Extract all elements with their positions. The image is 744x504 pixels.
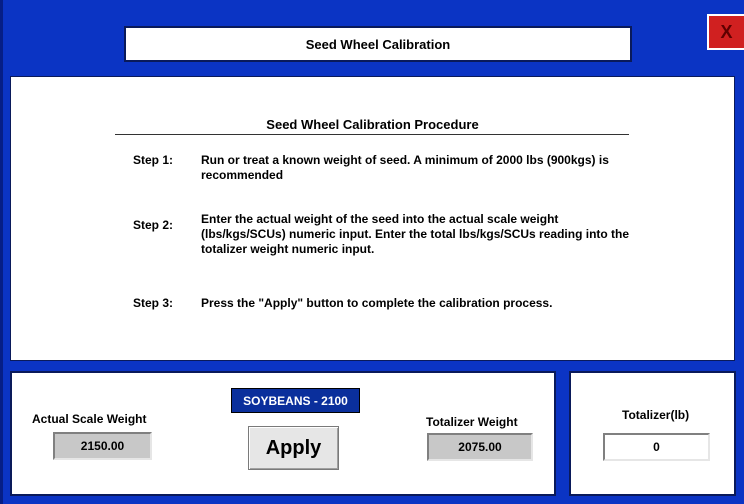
close-button[interactable]: X [707, 14, 744, 50]
window-title-text: Seed Wheel Calibration [305, 36, 451, 52]
totalizer-weight-input[interactable]: 2075.00 [427, 433, 533, 461]
step-2-label: Step 2: [133, 218, 174, 232]
close-icon: X [720, 21, 733, 42]
step-3-text: Press the "Apply" button to complete the… [201, 296, 553, 310]
totalizer-input[interactable]: 0 [603, 433, 710, 461]
procedure-panel: Seed Wheel Calibration Procedure Step 1:… [10, 76, 735, 361]
window-title: Seed Wheel Calibration [124, 26, 632, 62]
calibration-input-panel: SOYBEANS - 2100 Actual Scale Weight 2150… [10, 371, 556, 496]
totalizer-panel: Totalizer(lb) 0 [569, 371, 736, 496]
window-edge [0, 0, 3, 504]
seed-product-badge: SOYBEANS - 2100 [231, 388, 360, 413]
totalizer-weight-label: Totalizer Weight [426, 415, 518, 429]
actual-scale-weight-input[interactable]: 2150.00 [53, 432, 152, 460]
calibration-window: Seed Wheel Calibration X Seed Wheel Cali… [0, 0, 744, 504]
procedure-divider [115, 134, 629, 135]
step-2-text: Enter the actual weight of the seed into… [201, 212, 630, 256]
step-1-text: Run or treat a known weight of seed. A m… [201, 153, 609, 182]
actual-scale-weight-label: Actual Scale Weight [32, 412, 147, 426]
step-1-label: Step 1: [133, 153, 174, 167]
step-3-label: Step 3: [133, 296, 174, 310]
apply-button[interactable]: Apply [248, 426, 339, 470]
procedure-title: Seed Wheel Calibration Procedure [266, 117, 479, 132]
totalizer-label: Totalizer(lb) [622, 408, 690, 422]
